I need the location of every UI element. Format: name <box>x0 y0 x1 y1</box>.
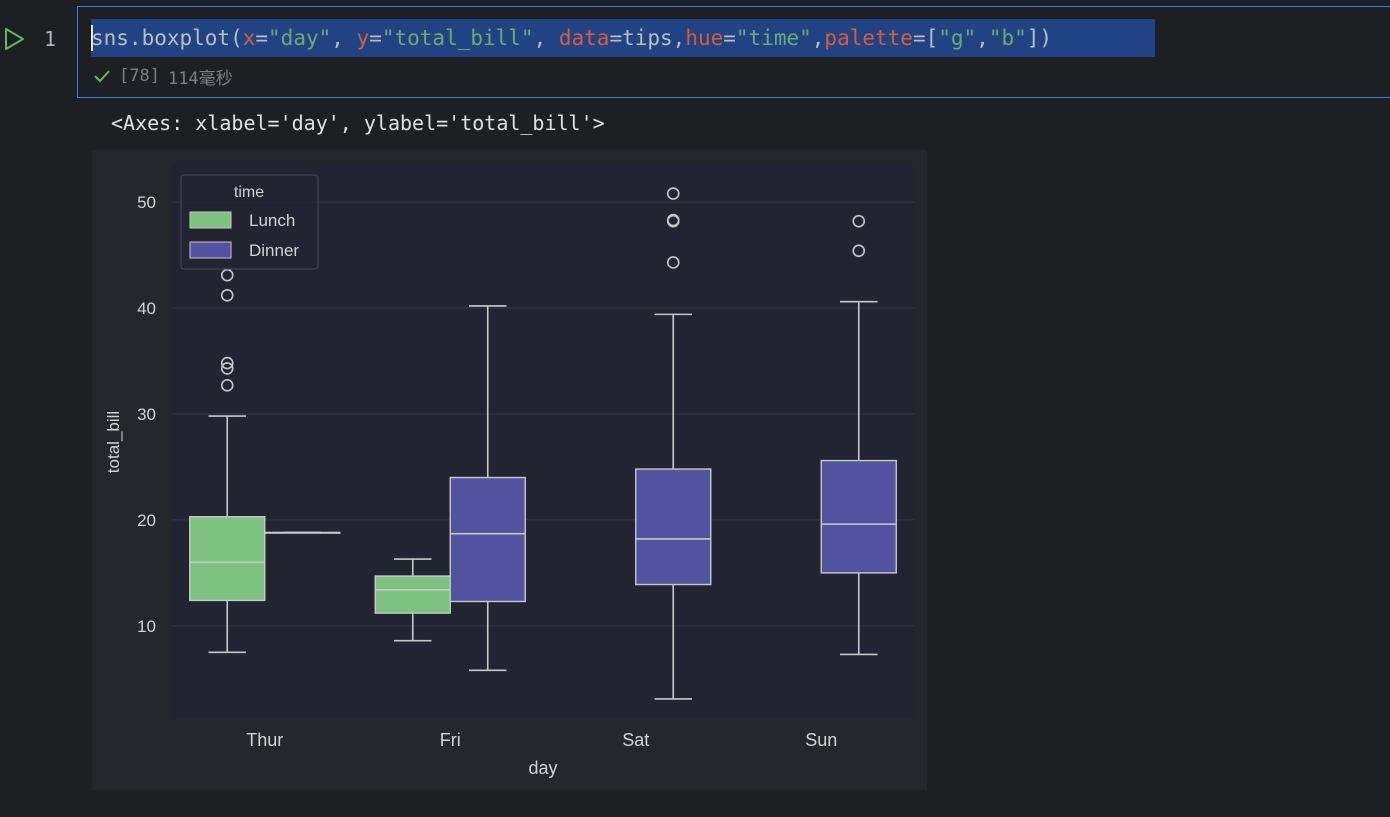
chart-figure: 10 20 30 40 50 Thur Fri Sat Sun day total_bill time… <box>92 150 927 790</box>
code-token: , <box>331 26 357 50</box>
execution-time: 114毫秒 <box>167 68 233 89</box>
code-token: x <box>242 26 256 50</box>
run-icon <box>5 28 24 50</box>
run-cell-button[interactable] <box>0 24 28 54</box>
x-tick-label: Thur <box>246 730 283 750</box>
box <box>449 476 526 603</box>
code-token: = <box>369 26 382 50</box>
legend-title: time <box>234 184 264 201</box>
code-token: hue <box>685 26 724 50</box>
code-token: , <box>976 26 989 50</box>
code-token: ]) <box>1026 26 1053 50</box>
code-token: "time" <box>735 26 812 50</box>
code-token: =[ <box>912 26 939 50</box>
checkmark-icon <box>94 70 110 83</box>
box <box>189 516 266 602</box>
code-token: sns.boxplot( <box>91 26 243 50</box>
code-editor-line[interactable]: sns.boxplot(x="day", y="total_bill", dat… <box>91 19 1155 57</box>
code-token: "day" <box>268 26 332 50</box>
x-tick-label: Fri <box>440 730 461 750</box>
box <box>635 468 712 586</box>
box <box>820 459 897 574</box>
code-token: "b" <box>988 26 1027 50</box>
x-tick-label: Sat <box>622 730 649 750</box>
run-status: [78] 114毫秒 <box>93 65 233 89</box>
legend-swatch <box>189 211 232 229</box>
legend-swatch <box>189 241 232 259</box>
code-cell[interactable]: sns.boxplot(x="day", y="total_bill", dat… <box>77 6 1390 98</box>
x-axis-label: day <box>528 758 557 778</box>
line-number: 1 <box>44 27 57 51</box>
y-tick-label: 30 <box>137 405 156 424</box>
y-tick-label: 10 <box>137 617 156 636</box>
y-tick-label: 20 <box>137 511 156 530</box>
output-repr: <Axes: xlabel='day', ylabel='total_bill'… <box>111 111 605 135</box>
execution-count: [78] <box>119 66 160 86</box>
legend-label: Lunch <box>249 211 295 230</box>
y-axis-label: total_bill <box>104 411 123 473</box>
box <box>374 575 451 614</box>
code-token: = <box>255 26 269 50</box>
boxplot-chart: 10 20 30 40 50 Thur Fri Sat Sun day total_bill time… <box>104 165 914 778</box>
code-token: , <box>811 26 825 50</box>
code-token: data <box>558 26 610 50</box>
code-token: =tips, <box>609 26 686 50</box>
y-tick-label: 50 <box>137 193 156 212</box>
code-text: sns.boxplot(x="day", y="total_bill", dat… <box>91 26 1052 50</box>
code-token: = <box>723 26 736 50</box>
code-token: , <box>533 26 559 50</box>
code-token: palette <box>824 26 913 50</box>
code-token: y <box>356 26 370 50</box>
y-tick-label: 40 <box>137 299 156 318</box>
x-tick-label: Sun <box>805 730 837 750</box>
legend-label: Dinner <box>249 241 299 260</box>
code-token: "total_bill" <box>381 26 534 50</box>
code-token: "g" <box>938 26 977 50</box>
